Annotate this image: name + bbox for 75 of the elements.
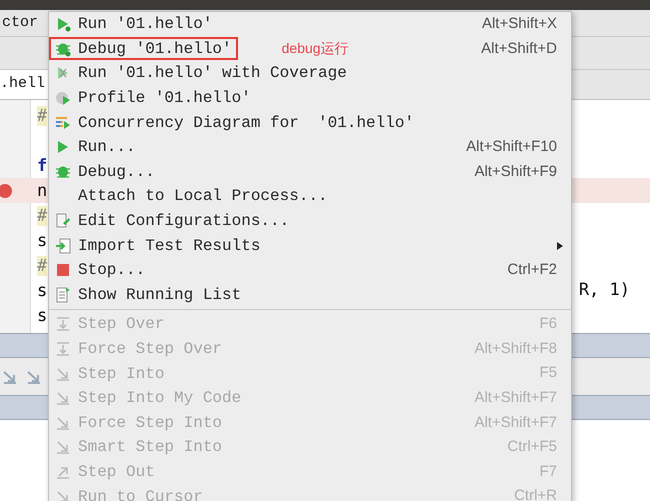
menu-item-label: Step Into My Code — [78, 388, 242, 410]
bug-icon — [55, 40, 71, 57]
step-into-icon — [55, 414, 71, 431]
menu-item[interactable]: Run '01.hello' with Coverage — [49, 61, 571, 86]
menu-item-label: Stop... — [78, 260, 146, 282]
menu-item[interactable]: Run... Alt+Shift+F10 — [49, 134, 571, 160]
menu-item-label: Show Running List — [78, 284, 242, 306]
shortcut-text: Alt+Shift+F8 — [474, 338, 557, 359]
annotation-text: debug运行 — [282, 39, 349, 58]
step-over-icon — [55, 341, 71, 358]
menu-item-label: Debug '01.hello' — [78, 38, 232, 60]
code-text: s — [37, 306, 48, 326]
menu-item-label: Force Step Into — [78, 412, 222, 434]
comment-text: # — [37, 206, 48, 226]
step-into-icon[interactable] — [26, 368, 42, 384]
shortcut-text: Alt+Shift+D — [481, 38, 557, 59]
shortcut-text: Ctrl+R — [514, 486, 557, 501]
menu-item-label: Step Into — [78, 364, 164, 385]
profile-icon — [55, 90, 71, 106]
step-into-icon — [55, 366, 71, 382]
menu-item[interactable]: Profile '01.hello' — [49, 86, 571, 110]
menu-item-label: Force Step Over — [78, 339, 222, 360]
menu-item-label: Step Over — [78, 314, 164, 336]
shortcut-text: Alt+Shift+F10 — [466, 137, 557, 158]
menu-item-label: Attach to Local Process... — [78, 186, 328, 208]
menu-item[interactable]: Debug '01.hello' debug运行 Alt+Shift+D — [49, 36, 571, 62]
shortcut-text: F5 — [539, 363, 557, 384]
step-over-icon — [55, 316, 71, 332]
code-text: s — [37, 230, 48, 250]
editor-tab[interactable]: .hell — [0, 70, 48, 99]
code-text: R, 1) — [578, 278, 631, 302]
code-text: n — [37, 180, 48, 200]
menu-item[interactable]: Attach to Local Process... — [49, 184, 571, 209]
shortcut-text: Alt+Shift+F7 — [474, 412, 557, 433]
menu-item-label: Run... — [78, 137, 136, 158]
shortcut-text: Ctrl+F5 — [507, 437, 557, 458]
toolbar-label[interactable]: ctor — [2, 12, 38, 34]
shortcut-text: Alt+Shift+X — [482, 14, 557, 34]
menu-item[interactable]: Stop... Ctrl+F2 — [49, 258, 571, 283]
code-text: f — [37, 156, 48, 176]
run-icon — [55, 16, 71, 32]
menu-item-label: Concurrency Diagram for '01.hello' — [78, 112, 414, 134]
step-into-icon — [55, 439, 71, 456]
menu-item[interactable]: Show Running List — [49, 282, 571, 308]
menu-item-label: Profile '01.hello' — [78, 88, 251, 110]
menu-item-label: Smart Step Into — [78, 437, 222, 458]
menu-item-label: Debug... — [78, 162, 155, 183]
menu-item-label: Edit Configurations... — [78, 211, 290, 232]
shortcut-text: Alt+Shift+F9 — [474, 162, 557, 182]
shortcut-text: Ctrl+F2 — [507, 260, 557, 280]
shortcut-text: Alt+Shift+F7 — [474, 388, 557, 408]
shortcut-text: F7 — [539, 462, 557, 482]
menu-item[interactable]: Debug... Alt+Shift+F9 — [49, 160, 571, 184]
menu-item[interactable]: Concurrency Diagram for '01.hello' — [49, 110, 571, 135]
step-into-icon — [55, 390, 71, 406]
list-icon — [55, 286, 71, 303]
menu-item[interactable]: Edit Configurations... — [49, 208, 571, 234]
menu-item-label: Run to Cursor — [78, 486, 203, 501]
shortcut-text: F6 — [539, 314, 557, 334]
step-into-icon[interactable] — [2, 368, 18, 384]
comment-text: # — [37, 256, 48, 276]
breakpoint-icon[interactable] — [0, 184, 12, 198]
stop-icon — [55, 262, 71, 278]
edit-config-icon — [55, 213, 71, 230]
menu-item[interactable]: Import Test Results — [49, 233, 571, 258]
code-text: s — [37, 280, 48, 300]
menu-item[interactable]: Run '01.hello' Alt+Shift+X — [49, 12, 571, 37]
comment-text: # — [37, 106, 48, 126]
import-icon — [55, 238, 71, 254]
concurrency-icon — [55, 114, 71, 131]
menu-item-label: Run '01.hello' — [78, 14, 212, 36]
menu-item-label: Run '01.hello' with Coverage — [78, 63, 347, 84]
menu-item-label: Step Out — [78, 462, 155, 483]
menu-item-label: Import Test Results — [78, 236, 260, 257]
bug-icon — [55, 164, 71, 180]
